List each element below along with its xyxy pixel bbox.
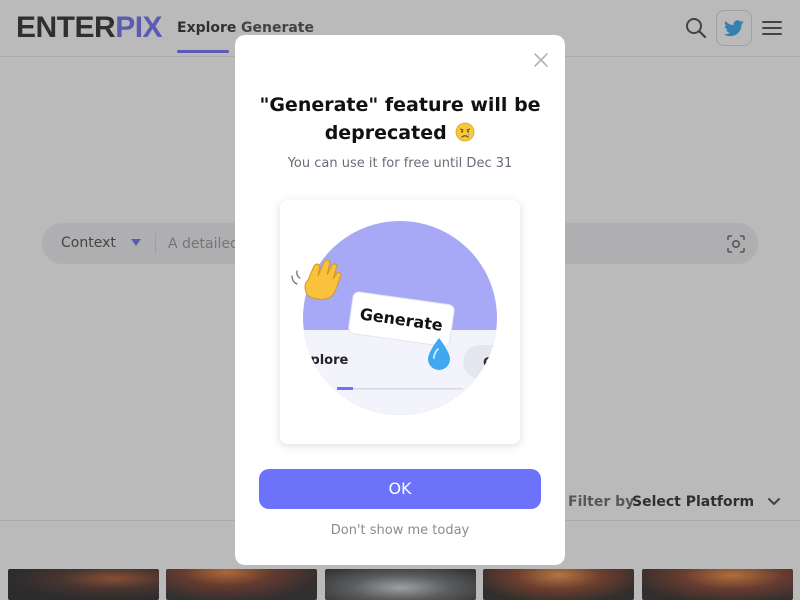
svg-text:G: G [483, 356, 494, 371]
deprecation-modal: "Generate" feature will be deprecated Yo… [235, 35, 565, 565]
modal-title-text: "Generate" feature will be deprecated [259, 94, 541, 144]
illustration-tab-label: xplore [302, 353, 348, 368]
modal-subtitle: You can use it for free until Dec 31 [287, 156, 513, 171]
ok-button[interactable]: OK [259, 469, 541, 509]
modal-title: "Generate" feature will be deprecated [255, 91, 545, 147]
deprecation-illustration: xplore G Generate [280, 200, 520, 444]
illustration-graphic: xplore G Generate [291, 221, 497, 415]
dont-show-today-link[interactable]: Don't show me today [259, 523, 541, 539]
close-icon[interactable] [531, 50, 551, 70]
crying-face-icon [455, 122, 475, 142]
waving-hand-icon [291, 259, 342, 300]
